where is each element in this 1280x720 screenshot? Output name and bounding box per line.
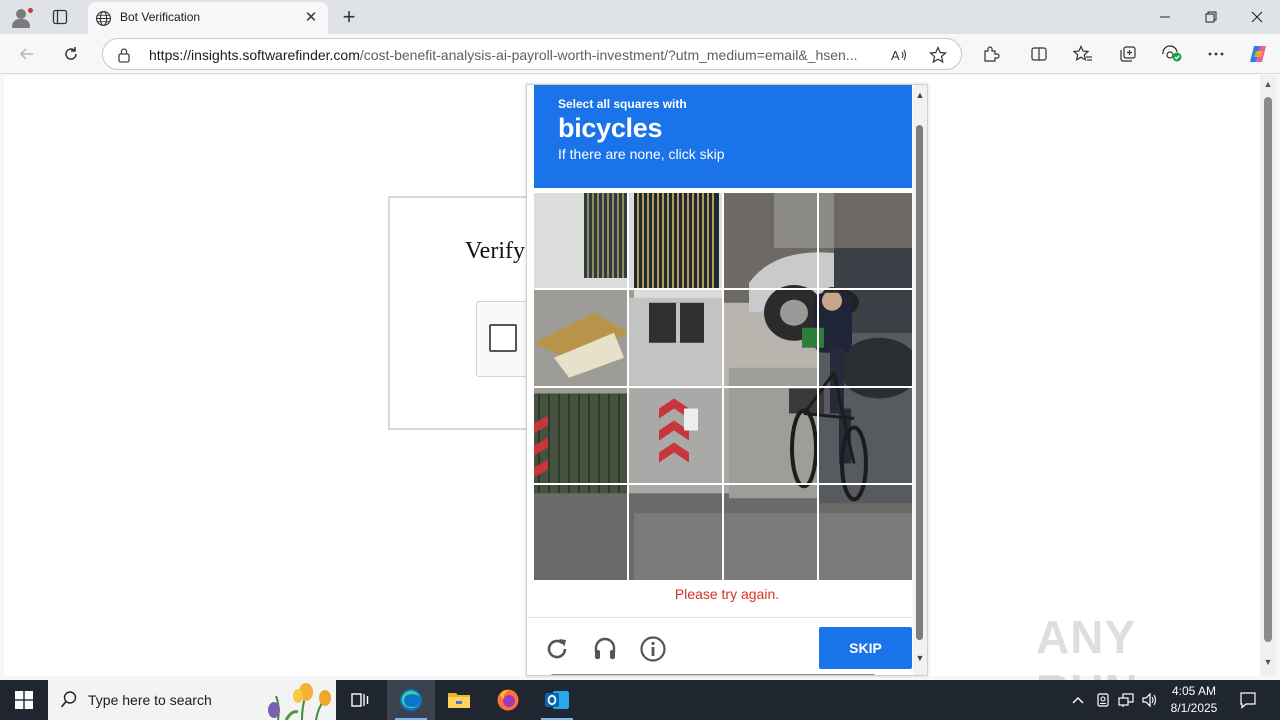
search-placeholder: Type here to search [88,692,212,708]
challenge-scroll-up-icon[interactable]: ▲ [915,90,925,100]
more-icon[interactable] [1204,42,1228,66]
grid-tile[interactable] [629,484,722,580]
plus-icon[interactable]: + [336,5,362,29]
flowers-decoration-icon [258,682,336,720]
meet-icon[interactable] [1093,690,1113,710]
browser-toolbar: https://insights.softwarefinder.com/cost… [0,34,1280,74]
grid-tile[interactable] [629,193,722,289]
grid-tile[interactable] [819,387,912,483]
skip-button[interactable]: SKIP [819,627,912,669]
performance-icon[interactable] [1160,42,1184,66]
footer-divider [527,617,913,618]
lock-icon[interactable] [117,47,131,68]
notification-icon[interactable] [1238,690,1258,710]
url-path: /cost-benefit-analysis-ai-payroll-worth-… [359,47,858,63]
reload-icon[interactable] [542,634,572,664]
challenge-prompt: Select all squares with [558,97,687,111]
watermark-logo: ANY RUN [1036,608,1236,717]
info-icon[interactable] [638,634,668,664]
task-view-icon[interactable] [336,680,384,720]
clock-date: 8/1/2025 [1170,701,1218,715]
url-domain: https://insights.softwarefinder.com [149,47,360,63]
grid-tile[interactable] [629,387,722,483]
challenge-horizontal-scroll[interactable] [551,674,875,675]
taskbar-search[interactable]: Type here to search [48,680,336,720]
favorites-icon[interactable] [1071,42,1095,66]
challenge-hint: If there are none, click skip [558,146,725,162]
grid-tile[interactable] [819,484,912,580]
file-explorer-icon[interactable] [435,680,483,720]
verify-title: Verify [465,238,525,264]
minimize-icon[interactable] [1142,0,1188,34]
split-screen-icon[interactable] [1027,42,1051,66]
challenge-target: bicycles [558,113,663,143]
close-icon[interactable]: ✕ [302,9,320,27]
address-bar[interactable]: https://insights.softwarefinder.com/cost… [102,38,962,70]
captcha-challenge: Select all squares with bicycles If ther… [526,84,928,676]
grid-tile[interactable] [629,290,722,386]
challenge-scrollbar[interactable]: ▲ ▼ [913,85,927,675]
windows-icon[interactable] [0,680,48,720]
grid-tile[interactable] [819,193,912,289]
page-scroll-thumb[interactable] [1264,97,1272,642]
grid-tile[interactable] [534,387,627,483]
svg-text:A: A [891,48,900,63]
challenge-header: Select all squares with bicycles If ther… [534,85,912,188]
grid-tile[interactable] [534,484,627,580]
star-icon[interactable] [927,44,949,66]
read-aloud-icon[interactable]: A [888,44,910,66]
edge-icon[interactable] [387,680,435,720]
copilot-icon[interactable] [1246,42,1270,66]
network-icon[interactable] [1116,690,1136,710]
globe-icon [95,10,112,32]
grid-tile[interactable] [534,193,627,289]
grid-tile[interactable] [724,387,817,483]
grid-tile[interactable] [724,484,817,580]
extensions-icon[interactable] [979,42,1003,66]
page-scrollbar[interactable]: ▲ ▼ [1260,75,1276,676]
system-clock[interactable]: 4:05 AM 8/1/2025 [1162,683,1226,717]
collections-icon[interactable] [1116,42,1140,66]
tab-bot-verification[interactable]: Bot Verification ✕ [88,2,328,34]
grid-tile[interactable] [724,193,817,289]
taskbar: Type here to search 4:05 AM 8/1/2025 [0,680,1280,720]
refresh-icon[interactable] [56,39,86,69]
scroll-up-icon[interactable]: ▲ [1263,79,1273,89]
grid-tile[interactable] [534,290,627,386]
challenge-scroll-thumb[interactable] [916,125,923,640]
firefox-icon[interactable] [484,680,532,720]
tab-title: Bot Verification [120,10,201,24]
scroll-down-icon[interactable]: ▼ [1263,657,1273,667]
grid-tile[interactable] [819,290,912,386]
profile-icon[interactable] [8,4,36,30]
volume-icon[interactable] [1140,690,1160,710]
clock-time: 4:05 AM [1171,684,1217,698]
challenge-scroll-down-icon[interactable]: ▼ [915,653,925,663]
back-icon[interactable] [12,39,42,69]
restore-icon[interactable] [1188,0,1234,34]
chevron-up-icon[interactable] [1068,690,1088,710]
window-close-icon[interactable] [1234,0,1280,34]
tab-strip: Bot Verification ✕ + [0,0,1280,34]
error-message: Please try again. [674,586,780,602]
headphones-icon[interactable] [590,634,620,664]
outlook-icon[interactable] [533,680,581,720]
grid-tile[interactable] [724,290,817,386]
search-icon [60,690,78,715]
image-grid [534,193,912,580]
tab-actions-icon[interactable] [48,6,72,28]
captcha-checkbox[interactable] [489,324,517,352]
url-text[interactable]: https://insights.softwarefinder.com/cost… [149,47,871,63]
